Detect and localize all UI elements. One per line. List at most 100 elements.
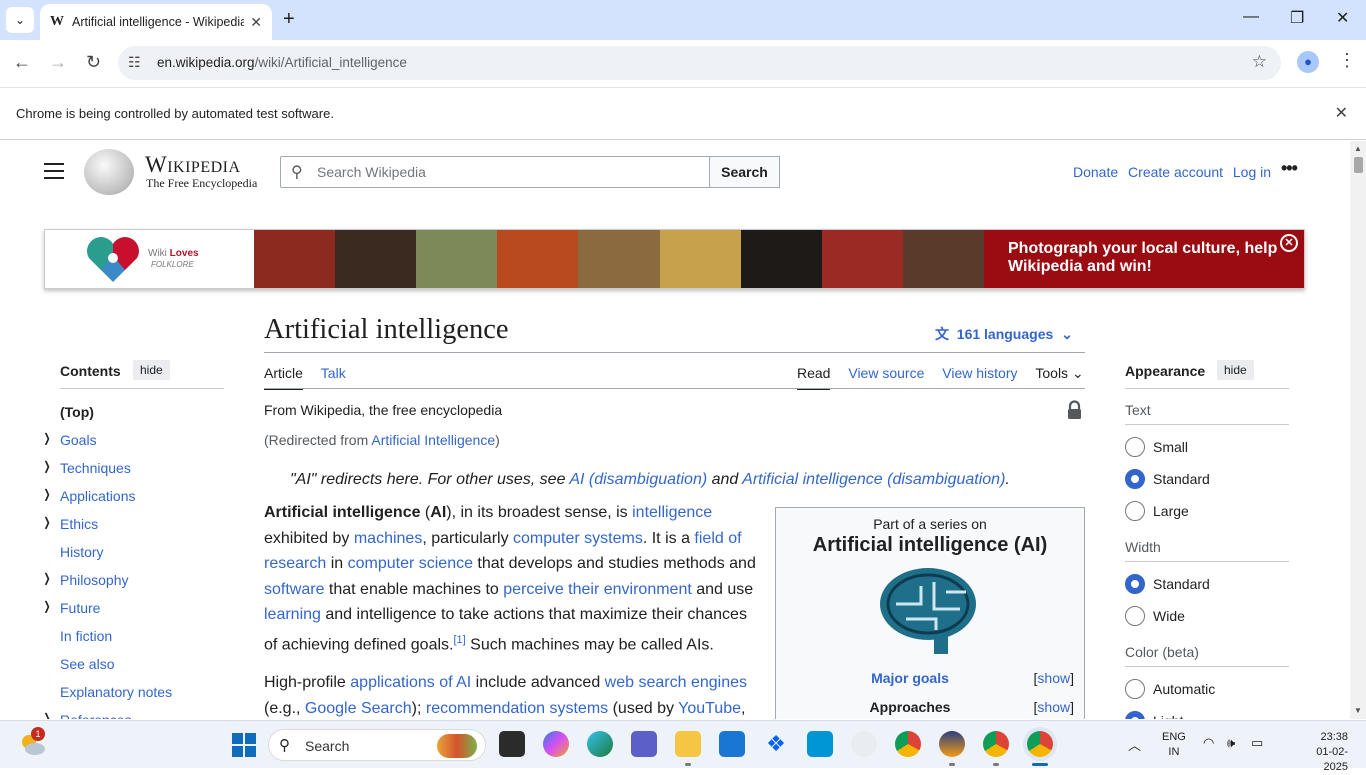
search-button[interactable]: Search xyxy=(709,156,780,188)
tab-read[interactable]: Read xyxy=(797,365,831,390)
dropbox-icon[interactable]: ❖ xyxy=(763,731,789,757)
wiki-loves-folklore-banner[interactable]: Wiki Loves FOLKLORE Photograph your loca… xyxy=(44,229,1305,289)
text-radio[interactable] xyxy=(1125,437,1145,457)
width-option-label[interactable]: Standard xyxy=(1153,576,1210,592)
wifi-icon[interactable]: ◠ xyxy=(1203,735,1214,751)
toc-item[interactable]: History xyxy=(60,544,104,560)
text-option-label[interactable]: Small xyxy=(1153,439,1188,455)
ai-intelligence-disambiguation-link[interactable]: Artificial intelligence (disambiguation) xyxy=(742,471,1005,488)
file-explorer-icon[interactable] xyxy=(675,731,701,757)
profile-avatar-icon[interactable]: ● xyxy=(1297,51,1319,73)
restore-icon[interactable]: ❐ xyxy=(1290,8,1304,28)
browser-menu-icon[interactable]: ⋮ xyxy=(1338,50,1356,71)
wikipedia-globe-logo[interactable] xyxy=(84,149,134,195)
system-clock[interactable]: 23:38 01-02-2025 xyxy=(1300,730,1348,775)
toc-expand-icon[interactable]: ❯ xyxy=(44,431,51,445)
create-account-link[interactable]: Create account xyxy=(1128,164,1223,180)
language-selector[interactable]: 文 161 languages ⌄ xyxy=(935,324,1073,344)
ai-disambiguation-link[interactable]: AI (disambiguation) xyxy=(569,471,707,488)
eclipse-icon[interactable] xyxy=(939,731,965,757)
link-web-search-engines[interactable]: web search engines xyxy=(605,674,747,691)
width-radio[interactable] xyxy=(1125,606,1145,626)
chrome-active-icon[interactable] xyxy=(1027,731,1053,757)
copilot-icon[interactable] xyxy=(543,731,569,757)
toc-item[interactable]: Future xyxy=(60,600,100,616)
close-window-icon[interactable]: ✕ xyxy=(1336,8,1349,28)
link-youtube[interactable]: YouTube xyxy=(678,700,741,717)
toc-item[interactable]: Applications xyxy=(60,488,136,504)
toc-item[interactable]: Ethics xyxy=(60,516,98,532)
toc-item[interactable]: Goals xyxy=(60,432,97,448)
scrollbar-thumb[interactable] xyxy=(1354,157,1363,173)
toc-expand-icon[interactable]: ❯ xyxy=(44,459,51,473)
myhp-icon[interactable] xyxy=(807,731,833,757)
banner-close-icon[interactable]: ✕ xyxy=(1280,234,1298,252)
scroll-up-icon[interactable]: ▲ xyxy=(1354,144,1362,153)
scroll-down-icon[interactable]: ▼ xyxy=(1354,706,1362,715)
text-option-label[interactable]: Large xyxy=(1153,503,1189,519)
infobar-close-icon[interactable]: ✕ xyxy=(1335,103,1348,123)
tab-talk[interactable]: Talk xyxy=(321,365,346,381)
link-intelligence[interactable]: intelligence xyxy=(632,504,712,521)
toc-expand-icon[interactable]: ❯ xyxy=(44,599,51,613)
link-computer-science[interactable]: computer science xyxy=(348,555,473,572)
new-tab-icon[interactable]: + xyxy=(283,8,295,31)
color-option-label[interactable]: Automatic xyxy=(1153,681,1215,697)
toc-item[interactable]: Techniques xyxy=(60,460,131,476)
taskbar-search-input[interactable]: ⚲ Search xyxy=(268,729,486,761)
approaches-show-toggle[interactable]: [show] xyxy=(1034,699,1074,715)
toc-item[interactable]: Philosophy xyxy=(60,572,129,588)
toc-expand-icon[interactable]: ❯ xyxy=(44,571,51,585)
toc-item[interactable]: References xyxy=(60,712,132,719)
major-goals-link[interactable]: Major goals xyxy=(776,670,1044,686)
log-in-link[interactable]: Log in xyxy=(1233,164,1271,180)
lock-icon[interactable] xyxy=(1067,400,1082,420)
color-radio[interactable] xyxy=(1125,679,1145,699)
task-view-icon[interactable] xyxy=(499,731,525,757)
show-hidden-icons-icon[interactable]: ︿ xyxy=(1128,735,1141,754)
link-google-search[interactable]: Google Search xyxy=(305,700,412,717)
user-menu-icon[interactable]: ••• xyxy=(1281,158,1298,179)
toc-item[interactable]: In fiction xyxy=(60,628,112,644)
wikipedia-wordmark[interactable]: Wikipedia xyxy=(145,152,241,178)
input-language[interactable]: ENG IN xyxy=(1162,730,1186,760)
redirect-link[interactable]: Artificial Intelligence xyxy=(371,432,495,448)
main-menu-icon[interactable] xyxy=(44,163,64,184)
toc-hide-button[interactable]: hide xyxy=(133,360,170,380)
link-perceive-environment[interactable]: perceive their environment xyxy=(503,581,692,598)
color-option-label[interactable]: Light xyxy=(1153,713,1183,719)
bookmark-star-icon[interactable]: ☆ xyxy=(1252,52,1267,72)
toc-item[interactable]: (Top) xyxy=(60,404,94,420)
forward-icon[interactable]: → xyxy=(49,52,67,73)
link-learning[interactable]: learning xyxy=(264,606,321,623)
donate-link[interactable]: Donate xyxy=(1073,164,1118,180)
edge-icon[interactable] xyxy=(587,731,613,757)
major-goals-show-toggle[interactable]: [show] xyxy=(1034,670,1074,686)
back-icon[interactable]: ← xyxy=(13,52,31,73)
minimize-icon[interactable]: — xyxy=(1243,8,1259,26)
toc-expand-icon[interactable]: ❯ xyxy=(44,515,51,529)
tab-article[interactable]: Article xyxy=(264,365,303,390)
tab-view-source[interactable]: View source xyxy=(848,365,924,381)
chrome-profile-2-icon[interactable] xyxy=(983,731,1009,757)
link-machines[interactable]: machines xyxy=(354,530,422,547)
text-radio[interactable] xyxy=(1125,501,1145,521)
search-input[interactable]: ⚲ Search Wikipedia xyxy=(280,156,710,188)
chrome-profile-1-icon[interactable] xyxy=(895,731,921,757)
text-option-label[interactable]: Standard xyxy=(1153,471,1210,487)
toc-item[interactable]: Explanatory notes xyxy=(60,684,172,700)
link-computer-systems[interactable]: computer systems xyxy=(513,530,643,547)
battery-icon[interactable]: ▭ xyxy=(1251,735,1263,751)
tab-tools[interactable]: Tools ⌄ xyxy=(1035,365,1083,381)
color-radio[interactable] xyxy=(1125,711,1145,719)
page-scrollbar[interactable]: ▲ ▼ xyxy=(1350,141,1366,719)
browser-tab[interactable]: W Artificial intelligence - Wikipedia ✕ xyxy=(40,4,272,40)
link-applications-of-ai[interactable]: applications of AI xyxy=(350,674,471,691)
width-option-label[interactable]: Wide xyxy=(1153,608,1185,624)
tab-search-button[interactable]: ⌄ xyxy=(6,7,34,33)
text-radio[interactable] xyxy=(1125,469,1145,489)
start-menu-icon[interactable] xyxy=(232,733,256,757)
banner-call-to-action[interactable]: Photograph your local culture, help Wiki… xyxy=(984,230,1304,288)
link-recommendation-systems[interactable]: recommendation systems xyxy=(426,700,608,717)
site-info-icon[interactable]: ☷ xyxy=(128,54,141,71)
